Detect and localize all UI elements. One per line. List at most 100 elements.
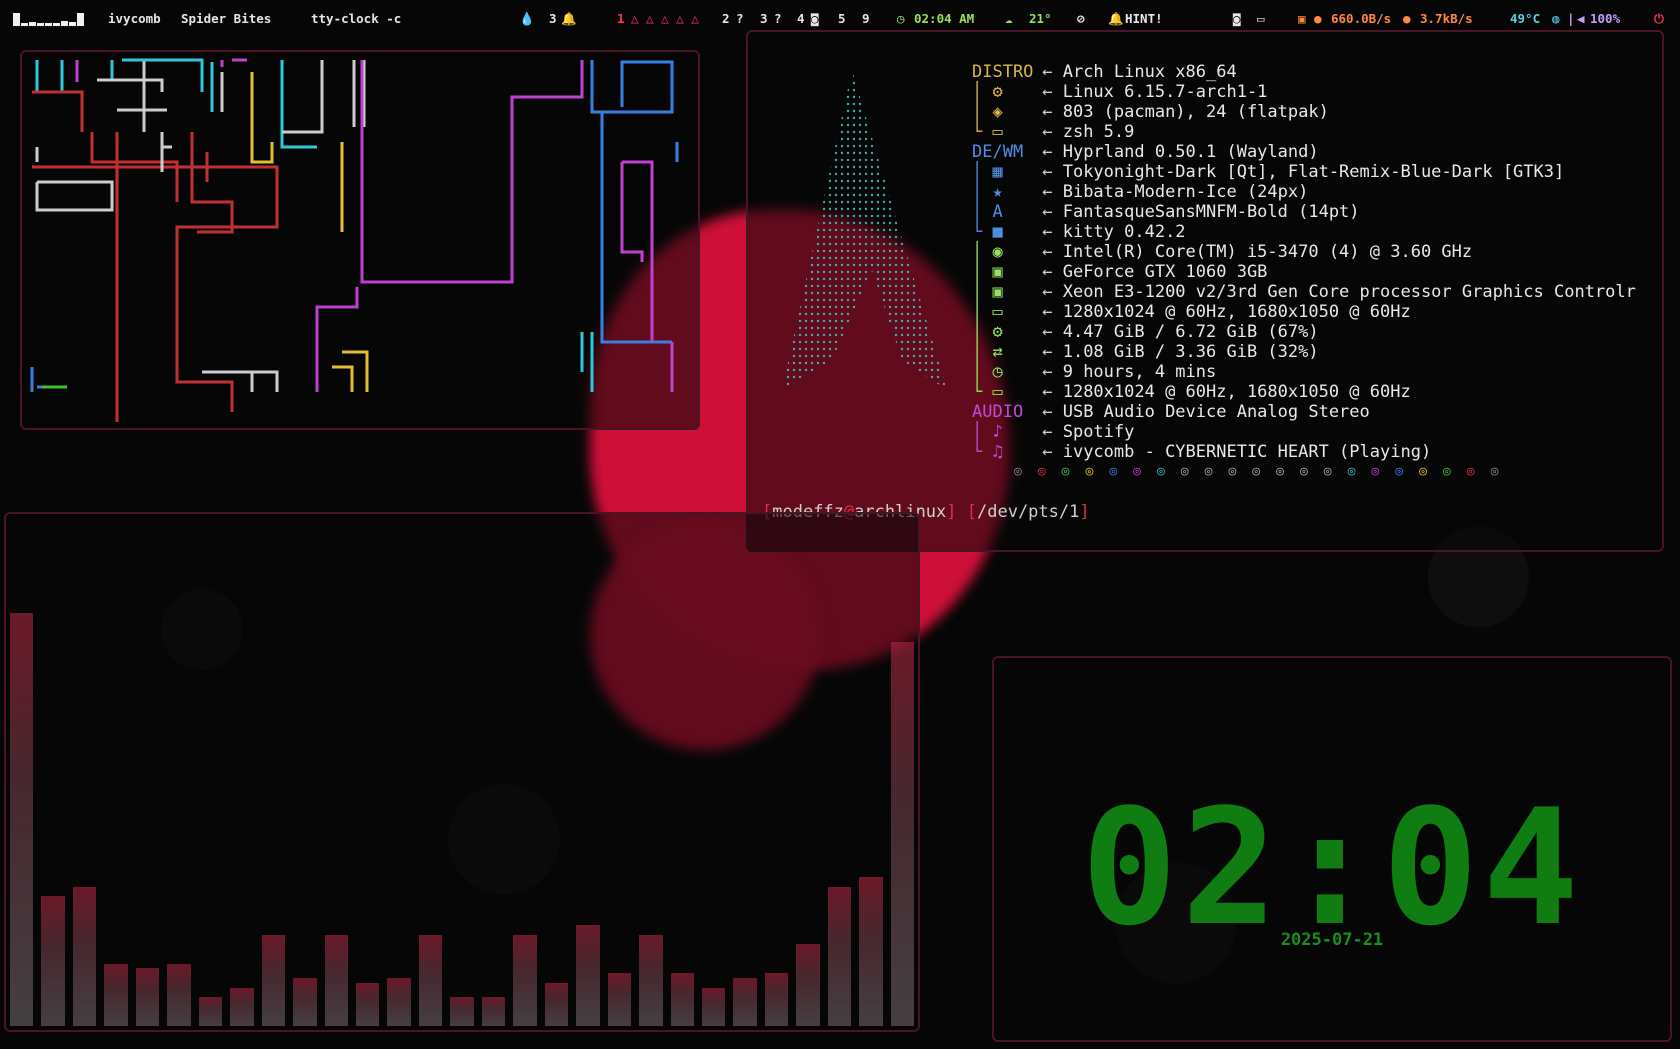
row-value: ivycomb - CYBERNETIC HEART (Playing) [1062,442,1432,462]
bar-clock[interactable]: 02:04 AM [914,11,974,26]
star-icon: │ ★ [972,182,1003,202]
info-row-font: │ A ← FantasqueSansMNFM-Bold (14pt) [972,202,1360,222]
cpu-icon: │ ◉ [972,242,1003,262]
visualizer-bar [387,978,411,1026]
info-row-cursor: │ ★ ← Bibata-Modern-Ice (24px) [972,182,1309,202]
font-icon: │ A [972,202,1003,222]
visualizer-bar [576,925,600,1026]
visualizer-bar [513,934,537,1026]
net-up[interactable]: 3.7kB/s [1420,11,1473,26]
swap-icon: │ ⇄ [972,342,1003,362]
workspace-2[interactable]: 2 [722,11,730,26]
clock-icon: │ ◷ [972,362,1003,382]
pipe [220,58,247,67]
info-row-display: │ ▭ ← 1280x1024 @ 60Hz, 1680x1050 @ 60Hz [972,302,1411,322]
visualizer-bar [104,963,128,1026]
visualizer-bar [827,886,852,1026]
workspace-4[interactable]: 4 [797,11,805,26]
row-value: Xeon E3-1200 v2/3rd Gen Core processor G… [1062,282,1636,302]
weather-temp[interactable]: 21° [1029,11,1052,26]
cpu-temp[interactable]: 49°C [1510,11,1540,26]
pipe [280,60,317,149]
info-row-song: └ ♫ ← ivycomb - CYBERNETIC HEART (Playin… [972,442,1432,462]
visualizer-bars [10,546,915,1026]
net-down[interactable]: 660.0B/s [1331,11,1391,26]
workspace-3[interactable]: 3 [760,11,768,26]
droplet-icon[interactable]: 💧 [519,11,535,27]
visualizer-bar [701,987,726,1026]
visualizer-bar [355,982,380,1026]
info-row-cpu: │ ◉ ← Intel(R) Core(TM) i5-3470 (4) @ 3.… [972,242,1473,262]
bell-icon: 🔔 [1108,11,1124,26]
notification-count[interactable]: 3 [549,11,557,26]
volume-icon: ◀ [1577,11,1585,26]
clock-date: 2025-07-21 [1280,930,1384,950]
audio-visualizer-window[interactable] [4,512,920,1032]
visualizer-bar [135,968,160,1026]
pipe [590,60,674,114]
bell-icon[interactable]: 🔔 [561,11,577,27]
hint-label[interactable]: HINT! [1125,11,1163,26]
row-value: 1280x1024 @ 60Hz, 1680x1050 @ 60Hz [1062,302,1411,322]
pipe [282,60,324,134]
window-title: Spider Bites [181,11,272,26]
download-icon: ● [1314,11,1322,26]
music-icon: │ ♪ [972,422,1003,442]
info-row-theme: │ ▦ ← Tokyonight-Dark [Qt], Flat-Remix-B… [972,162,1565,182]
row-value: Spotify [1062,422,1135,442]
visualizer-bar [418,934,443,1026]
discord-tray-icon[interactable]: ◙ [1233,11,1241,26]
info-row-swap: │ ⇄ ← 1.08 GiB / 3.36 GiB (32%) [972,342,1319,362]
pipe [580,332,594,392]
monitor-icon: │ ▭ [972,302,1003,322]
workspace-1-icons: △ △ △ △ △ [631,11,699,26]
monitor-tray-icon[interactable]: ▭ [1257,11,1265,26]
row-key: DISTRO [972,62,1034,82]
arch-logo-ascii-art [782,70,947,390]
color-palette-dots: ◎◎◎◎◎◎◎◎◎◎◎◎◎◎◎◎◎◎◎◎◎ [1014,464,1515,479]
active-app-name: ivycomb [108,11,161,26]
tty-clock-window[interactable]: 02:04 2025-07-21 [992,656,1672,1042]
info-row-dewm: DE/WM ← Hyprland 0.50.1 (Wayland) [972,142,1319,162]
pipe [35,60,64,94]
row-value: Intel(R) Core(TM) i5-3470 (4) @ 3.60 GHz [1062,242,1473,262]
visualizer-bar [72,886,97,1026]
separator: | [1567,11,1575,26]
visualizer-bar [764,973,789,1026]
visualizer-bar [607,973,632,1026]
volume-level[interactable]: 100% [1590,11,1620,26]
eye-off-icon[interactable]: ⊘ [1077,11,1085,26]
visualizer-bar [167,963,191,1026]
info-row-gpu: │ ▣ ← GeForce GTX 1060 3GB [972,262,1268,282]
gpu-icon: │ ▣ [972,282,1003,302]
visualizer-bar [733,978,757,1026]
system-info-list: DISTRO ← Arch Linux x86_64 │ ⚙ ← Linux 6… [972,62,1636,462]
row-value: 4.47 GiB / 6.72 GiB (67%) [1062,322,1319,342]
row-value: 803 (pacman), 24 (flatpak) [1062,102,1329,122]
clock-icon: ◷ [897,11,905,26]
info-row-gpu2: │ ▣ ← Xeon E3-1200 v2/3rd Gen Core proce… [972,282,1636,302]
workspace-9[interactable]: 9 [862,11,870,26]
workspace-1[interactable]: 1 [617,11,625,26]
visualizer-bar [450,997,474,1026]
pipes-terminal-window[interactable] [20,50,700,430]
fastfetch-terminal-window[interactable]: DISTRO ← Arch Linux x86_64 │ ⚙ ← Linux 6… [746,30,1664,552]
visualizer-bar [261,934,286,1026]
power-icon[interactable]: ⏻ [1654,11,1664,27]
row-value: 1.08 GiB / 3.36 GiB (32%) [1062,342,1319,362]
pipe [190,132,234,234]
info-row-uptime: │ ◷ ← 9 hours, 4 mins [972,362,1217,382]
pipe [35,147,114,212]
pipe [332,350,369,392]
row-value: Linux 6.15.7-arch1-1 [1062,82,1268,102]
row-value: GeForce GTX 1060 3GB [1062,262,1268,282]
pipe [250,72,274,164]
info-row-shell: └ ▭ ← zsh 5.9 [972,122,1135,142]
info-row-audio: AUDIO ← USB Audio Device Analog Stereo [972,402,1370,422]
info-row-resolution: └ ▭ ← 1280x1024 @ 60Hz, 1680x1050 @ 60Hz [972,382,1411,402]
workspace-5[interactable]: 5 [838,11,846,26]
music-icon: └ ♫ [972,442,1003,462]
visualizer-bar [481,997,506,1026]
row-key: AUDIO [972,402,1024,422]
row-value: kitty 0.42.2 [1062,222,1186,242]
